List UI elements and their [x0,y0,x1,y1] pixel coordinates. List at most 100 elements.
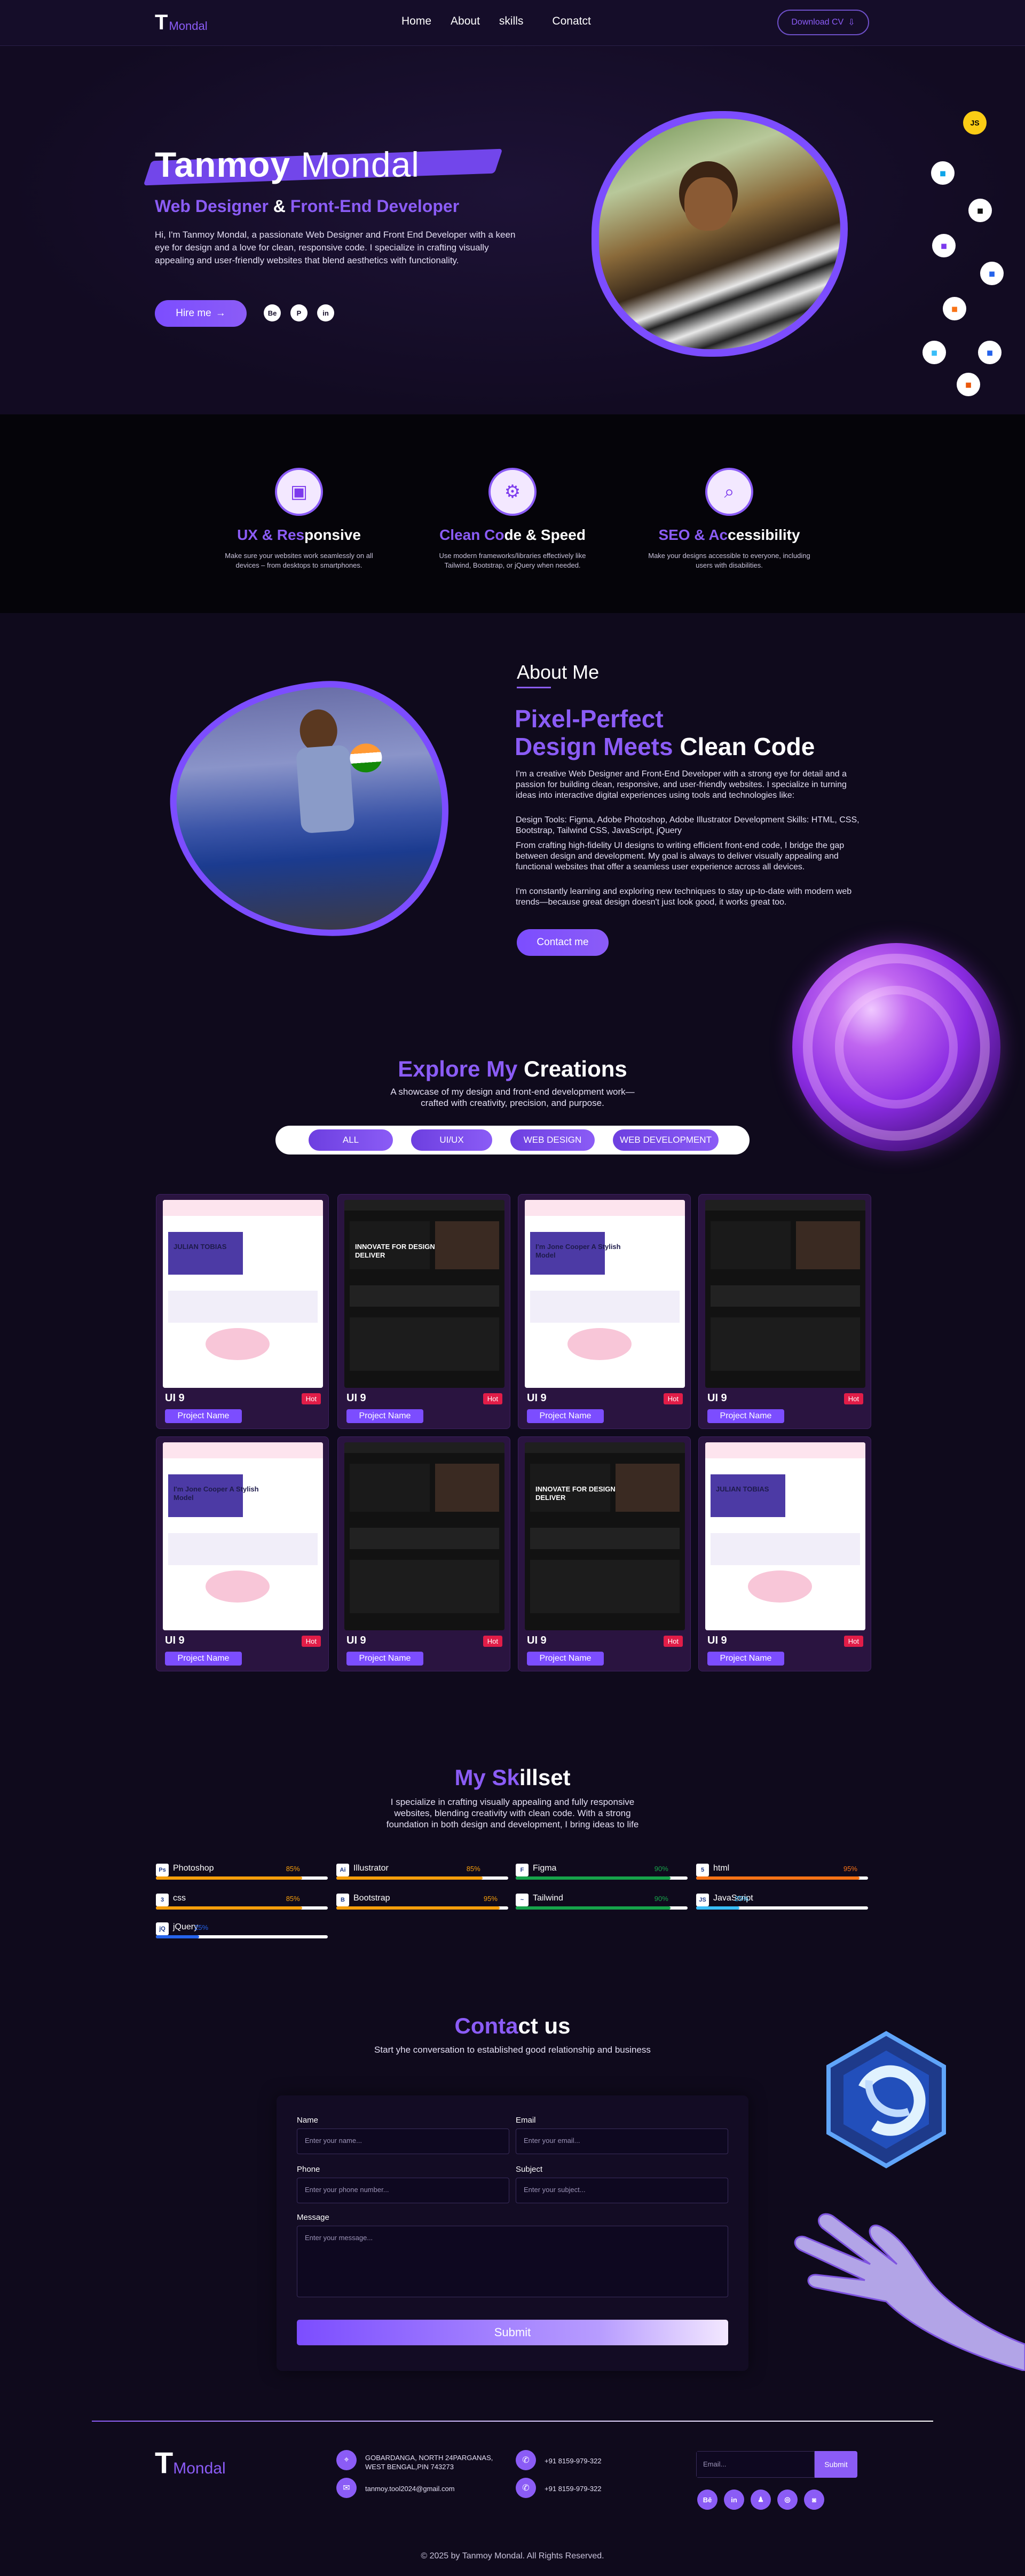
logo[interactable]: T Mondal [155,12,208,33]
project-card[interactable]: INNOVATE FOR DESIGN DELIVER UI 9 Hot Projec… [518,1436,691,1671]
pinterest-icon[interactable]: P [290,304,308,321]
contact-me-button[interactable]: Contact me [517,929,609,956]
project-card[interactable]: JULIAN TOBIAS UI 9 Hot Project Name [698,1436,871,1671]
whatsapp-icon: ✆ [516,2478,536,2498]
behance-icon[interactable]: Bē [697,2489,718,2510]
skill-bar: 5 html 95% [696,1864,868,1880]
project-name-button[interactable]: Project Name [707,1409,784,1423]
filter-all[interactable]: ALL [309,1129,393,1151]
hot-badge: Hot [483,1393,502,1404]
hot-badge: Hot [301,1636,321,1647]
about-paragraph: I'm a creative Web Designer and Front-En… [516,769,847,800]
projects-title-b: Creations [524,1056,627,1081]
skill-bar: Ps Photoshop 85% [156,1864,328,1880]
project-card[interactable]: INNOVATE FOR DESIGN DELIVER UI 9 Hot Projec… [337,1194,510,1429]
project-name-button[interactable]: Project Name [707,1652,784,1666]
footer-phone[interactable]: +91 8159-979-322 [545,2456,602,2465]
project-title: UI 9 [165,1392,185,1404]
filter-web-development[interactable]: WEB DEVELOPMENT [613,1129,719,1151]
project-name-button[interactable]: Project Name [165,1652,242,1666]
skills-title-a: My Sk [454,1765,519,1790]
project-screenshot: INNOVATE FOR DESIGN DELIVER [344,1200,504,1388]
instagram-icon[interactable]: ◎ [777,2489,798,2510]
hot-badge: Hot [301,1393,321,1404]
role-designer: Web Designer [155,197,269,216]
filter-web-design[interactable]: WEB DESIGN [510,1129,595,1151]
project-name-button[interactable]: Project Name [527,1652,604,1666]
newsletter-submit[interactable]: Submit [815,2451,857,2478]
skill-fill [156,1935,199,1938]
hero-intro: Hi, I'm Tanmoy Mondal, a passionate Web … [155,230,516,265]
newsletter-input[interactable]: Email... [696,2451,815,2478]
github-icon[interactable]: ♟ [751,2489,771,2510]
project-card[interactable]: I'm Jone Cooper A Stylish Model UI 9 Hot Pr… [518,1194,691,1429]
email-input[interactable]: Enter your email... [516,2129,728,2154]
linkedin-icon[interactable]: in [724,2489,744,2510]
skill-percent: 85% [286,1865,300,1873]
css-icon: ◼ [980,262,1004,285]
projects-subtitle: A showcase of my design and front-end de… [390,1087,635,1108]
about-paragraph: From crafting high-fidelity UI designs t… [516,841,845,871]
tailwind-icon: ◼ [922,341,946,364]
project-name-button[interactable]: Project Name [346,1652,423,1666]
skill-percent: 85% [286,1895,300,1903]
project-card[interactable]: JULIAN TOBIAS UI 9 Hot Project Name [156,1194,329,1429]
submit-button[interactable]: Submit [297,2320,728,2345]
project-screenshot: JULIAN TOBIAS [163,1200,323,1388]
contact-subtitle: Start yhe conversation to established go… [374,2045,651,2055]
footer-logo-letter: T [155,2446,174,2479]
hero-last-name: Mondal [301,145,420,184]
feature-title-a: Clean Co [439,527,504,543]
skill-name: Tailwind [533,1894,563,1903]
projects-title-a: Explore My [398,1056,518,1081]
subject-input[interactable]: Enter your subject... [516,2178,728,2203]
nav-contact[interactable]: Conatct [552,15,590,28]
footer-whatsapp[interactable]: +91 8159-979-322 [545,2484,602,2493]
skill-name: css [173,1894,186,1903]
about-title-line2b: Clean Code [680,733,815,760]
jquery-icon: jQ [156,1922,169,1935]
skill-name: Bootstrap [353,1894,390,1903]
hot-badge: Hot [843,1636,863,1647]
feature-title-a: SEO & Ac [658,527,728,543]
skill-percent: 95% [483,1895,498,1903]
project-card[interactable]: UI 9 Hot Project Name [698,1194,871,1429]
project-screenshot [705,1200,865,1388]
message-textarea[interactable]: Enter your message... [297,2226,728,2297]
project-name-button[interactable]: Project Name [346,1409,423,1423]
html-icon: ◼ [943,297,966,320]
project-name-button[interactable]: Project Name [527,1409,604,1423]
about-title: Pixel-Perfect Design Meets Clean Code [515,705,815,760]
seo-icon: ⌕ [705,468,753,516]
bootstrap-icon: B [336,1894,349,1906]
filter-uiux[interactable]: UI/UX [411,1129,492,1151]
skill-bar: F Figma 90% [516,1864,688,1880]
hire-me-button[interactable]: Hire me → [155,300,247,327]
twitch-icon[interactable]: ◙ [804,2489,824,2510]
project-title: UI 9 [165,1635,185,1646]
project-screenshot: JULIAN TOBIAS [705,1442,865,1630]
download-cv-button[interactable]: Download CV ⇩ [777,10,869,35]
behance-icon[interactable]: Be [264,304,281,321]
github-icon: ◼ [968,199,992,222]
skill-fill [516,1906,671,1910]
project-title: UI 9 [707,1635,727,1646]
role-amp: & [273,197,286,216]
project-hero-text: JULIAN TOBIAS [716,1485,769,1493]
project-name-button[interactable]: Project Name [165,1409,242,1423]
project-hero-text: JULIAN TOBIAS [174,1243,227,1251]
phone-input[interactable]: Enter your phone number... [297,2178,509,2203]
project-card[interactable]: UI 9 Hot Project Name [337,1436,510,1671]
linkedin-icon[interactable]: in [317,304,334,321]
footer-email[interactable]: tanmoy.tool2024@gmail.com [365,2484,455,2493]
nav-about[interactable]: About [451,15,480,28]
about-heading: About Me [517,661,600,683]
skill-name: Figma [533,1864,557,1873]
footer-logo[interactable]: T Mondal [155,2448,226,2478]
skills-title-b: illset [519,1765,571,1790]
project-screenshot: I'm Jone Cooper A Stylish Model [525,1200,685,1388]
nav-home[interactable]: Home [401,15,431,28]
project-card[interactable]: I'm Jone Cooper A Stylish Model UI 9 Hot Pr… [156,1436,329,1671]
name-input[interactable]: Enter your name... [297,2129,509,2154]
nav-skills[interactable]: skills [499,15,524,28]
